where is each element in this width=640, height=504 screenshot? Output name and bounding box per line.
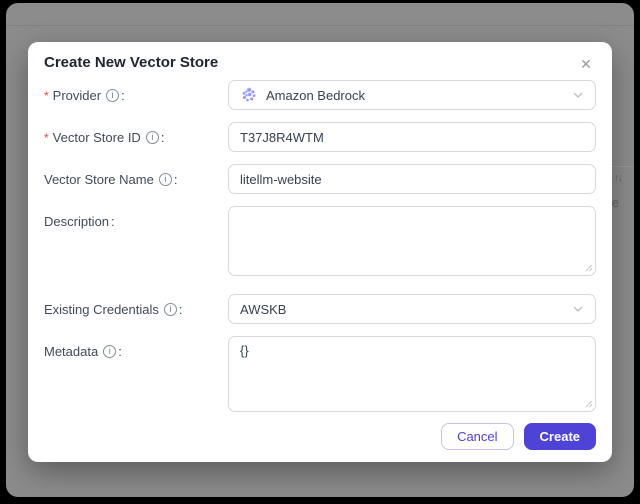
modal-footer: Cancel Create: [441, 423, 596, 450]
existing-credentials-label-text: Existing Credentials: [44, 302, 159, 317]
vector-store-name-label: Vector Store Name :: [44, 164, 228, 187]
description-textarea[interactable]: [228, 206, 596, 276]
description-row: Description :: [44, 206, 596, 276]
description-label-text: Description: [44, 214, 110, 229]
label-colon: :: [178, 302, 183, 317]
resize-handle-icon[interactable]: [583, 262, 593, 272]
vector-store-id-input[interactable]: [228, 122, 596, 152]
label-colon: :: [173, 172, 178, 187]
existing-credentials-row: Existing Credentials : AWSKB: [44, 294, 596, 324]
chevron-down-icon: [572, 89, 584, 101]
info-icon[interactable]: [145, 131, 159, 144]
close-icon[interactable]: ✕: [576, 54, 596, 74]
vector-store-id-label: * Vector Store ID :: [44, 122, 228, 145]
metadata-row: Metadata : {}: [44, 336, 596, 412]
vector-store-id-row: * Vector Store ID :: [44, 122, 596, 152]
existing-credentials-select[interactable]: AWSKB: [228, 294, 596, 324]
label-colon: :: [118, 344, 122, 359]
metadata-textarea[interactable]: {}: [228, 336, 596, 412]
label-colon: :: [111, 214, 115, 229]
bedrock-logo-icon: [240, 86, 258, 104]
label-colon: :: [160, 130, 165, 145]
info-icon[interactable]: [106, 89, 120, 102]
provider-label-text: Provider: [52, 88, 102, 103]
provider-select-value: Amazon Bedrock: [266, 87, 365, 103]
cancel-button[interactable]: Cancel: [441, 423, 514, 450]
provider-row: * Provider :: [44, 80, 596, 110]
required-marker: *: [44, 88, 49, 103]
info-icon[interactable]: [158, 173, 172, 186]
existing-credentials-label: Existing Credentials :: [44, 294, 228, 317]
create-vector-store-modal: Create New Vector Store ✕ * Provider :: [28, 42, 612, 462]
vector-store-id-label-text: Vector Store ID: [52, 130, 141, 145]
modal-title: Create New Vector Store: [44, 54, 219, 71]
info-icon[interactable]: [163, 303, 177, 316]
provider-label: * Provider :: [44, 80, 228, 103]
description-label: Description :: [44, 206, 228, 229]
required-marker: *: [44, 130, 49, 145]
create-button[interactable]: Create: [523, 423, 596, 450]
background-header-divider: [6, 25, 634, 26]
vector-store-name-input[interactable]: [228, 164, 596, 194]
chevron-down-icon: [572, 303, 584, 315]
resize-handle-icon[interactable]: [583, 398, 593, 408]
label-colon: :: [121, 88, 125, 103]
metadata-label: Metadata :: [44, 336, 228, 359]
provider-select[interactable]: Amazon Bedrock: [228, 80, 596, 110]
vector-store-name-label-text: Vector Store Name: [44, 172, 154, 187]
sort-icon: ↑↓: [614, 172, 623, 184]
info-icon[interactable]: [103, 345, 117, 358]
create-vector-store-form: * Provider :: [44, 80, 596, 412]
existing-credentials-select-value: AWSKB: [240, 301, 287, 317]
vector-store-name-row: Vector Store Name :: [44, 164, 596, 194]
metadata-label-text: Metadata: [44, 344, 99, 359]
